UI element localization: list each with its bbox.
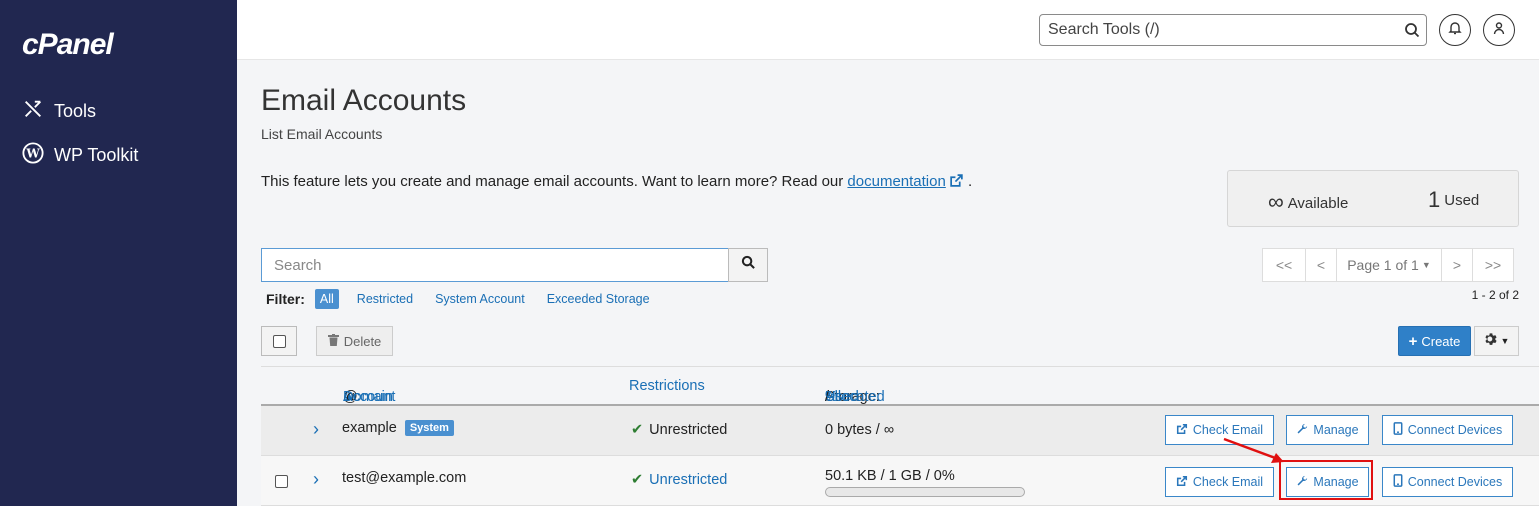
chevron-right-icon[interactable]: › <box>313 469 319 490</box>
checkbox-box <box>272 334 286 348</box>
filter-label: Filter: <box>266 291 305 307</box>
used-stat: 1 Used <box>1428 187 1479 213</box>
external-link-icon <box>1176 423 1188 438</box>
restriction-link[interactable]: Unrestricted <box>649 472 727 488</box>
filter-restricted[interactable]: Restricted <box>357 292 413 306</box>
system-badge: System <box>404 420 454 436</box>
connect-devices-button[interactable]: Connect Devices <box>1382 467 1513 497</box>
restriction-status: ✔ Unrestricted <box>631 422 727 438</box>
storage-value: 0 bytes / ∞ <box>825 422 895 438</box>
storage-usage-bar <box>825 487 1025 497</box>
restriction-status[interactable]: ✔ Unrestricted <box>631 472 727 488</box>
checkbox-box <box>275 475 288 488</box>
filter-system-account[interactable]: System Account <box>435 292 525 306</box>
delete-button[interactable]: Delete <box>316 326 393 356</box>
external-link-icon[interactable] <box>946 173 964 190</box>
row-checkbox[interactable] <box>275 475 288 488</box>
caret-down-icon: ▼ <box>1500 336 1510 346</box>
tool-search <box>1039 14 1427 46</box>
sidebar-item-tools[interactable]: Tools <box>22 98 96 125</box>
filter-exceeded-storage[interactable]: Exceeded Storage <box>547 292 650 306</box>
cpanel-logo[interactable]: cPanel <box>22 28 114 62</box>
check-icon: ✔ <box>631 472 644 488</box>
wrench-icon <box>1296 423 1308 438</box>
search-icon[interactable] <box>1398 22 1426 38</box>
plus-icon: + <box>1408 332 1418 350</box>
manage-button[interactable]: Manage <box>1286 467 1369 497</box>
manage-button[interactable]: Manage <box>1286 415 1369 445</box>
select-all-checkbox[interactable] <box>261 326 297 356</box>
bell-icon <box>1448 21 1462 40</box>
used-label: Used <box>1444 192 1480 209</box>
pagination: << < Page 1 of 1 ▼ > >> <box>1262 248 1514 282</box>
page-subtitle: List Email Accounts <box>261 126 383 142</box>
restrictions-header[interactable]: Restrictions <box>629 378 705 394</box>
page-select-label: Page 1 of 1 <box>1347 257 1419 273</box>
connect-devices-label: Connect Devices <box>1407 423 1503 437</box>
connect-devices-label: Connect Devices <box>1407 475 1503 489</box>
caret-down-icon: ▼ <box>1421 260 1431 270</box>
account-name: test@example.com <box>342 470 467 486</box>
result-range: 1 - 2 of 2 <box>1471 288 1519 302</box>
user-icon <box>1492 21 1506 40</box>
tools-icon <box>22 98 44 125</box>
search-button[interactable] <box>728 248 768 282</box>
used-value: 1 <box>1428 187 1441 212</box>
create-button[interactable]: + Create <box>1398 326 1471 356</box>
search-tools-input[interactable] <box>1040 15 1398 45</box>
mobile-icon <box>1393 474 1403 490</box>
page-select[interactable]: Page 1 of 1 ▼ <box>1336 248 1442 282</box>
table-header: Account ▲ @ Domain Restrictions Storage:… <box>261 366 1539 406</box>
next-page-button[interactable]: > <box>1441 248 1473 282</box>
filter-all[interactable]: All <box>314 289 339 309</box>
documentation-link[interactable]: documentation <box>847 173 945 190</box>
mobile-icon <box>1393 422 1403 438</box>
account-name: example System <box>342 420 454 436</box>
check-email-button[interactable]: Check Email <box>1165 467 1274 497</box>
annotation-arrow <box>1223 437 1284 463</box>
restriction-label: Unrestricted <box>649 422 728 438</box>
sidebar-item-label: Tools <box>54 101 97 121</box>
create-label: Create <box>1421 333 1461 349</box>
intro-text: This feature lets you create and manage … <box>261 173 972 190</box>
intro-end: . <box>968 173 973 190</box>
available-stat: ∞ Available <box>1268 189 1348 215</box>
manage-label: Manage <box>1313 475 1359 489</box>
delete-label: Delete <box>343 333 382 349</box>
prev-page-button[interactable]: < <box>1305 248 1337 282</box>
sidebar: cPanel Tools W WP Toolkit <box>0 0 237 506</box>
svg-text:W: W <box>25 147 40 161</box>
external-link-icon <box>1176 475 1188 490</box>
settings-dropdown[interactable]: ▼ <box>1474 326 1519 356</box>
table-row: › test@example.com ✔ Unrestricted 50.1 KB… <box>261 456 1539 506</box>
filter-bar: Filter: All Restricted System Account Ex… <box>266 289 672 309</box>
search-icon <box>741 255 756 275</box>
available-label: Available <box>1287 195 1349 212</box>
first-page-button[interactable]: << <box>1262 248 1306 282</box>
available-value: ∞ <box>1268 189 1284 214</box>
sidebar-item-wp-toolkit[interactable]: W WP Toolkit <box>22 142 138 169</box>
notifications-button[interactable] <box>1439 14 1471 46</box>
check-icon: ✔ <box>631 422 644 438</box>
percent-sort-link[interactable]: % <box>825 389 838 405</box>
account-stats: ∞ Available 1 Used <box>1227 170 1519 227</box>
table-row: › example System ✔ Unrestricted 0 bytes / … <box>261 406 1539 456</box>
storage-value: 50.1 KB / 1 GB / 0% <box>825 468 955 484</box>
domain-sort-link[interactable]: Domain <box>343 389 393 405</box>
check-email-label: Check Email <box>1192 475 1264 489</box>
wordpress-icon: W <box>22 142 44 169</box>
chevron-right-icon[interactable]: › <box>313 419 319 440</box>
sidebar-item-label: WP Toolkit <box>54 145 139 165</box>
account-label: example <box>342 420 397 436</box>
user-menu-button[interactable] <box>1483 14 1515 46</box>
manage-label: Manage <box>1313 423 1359 437</box>
intro-sentence: This feature lets you create and manage … <box>261 173 848 190</box>
gear-icon <box>1484 332 1498 351</box>
page-title: Email Accounts <box>261 84 467 117</box>
account-search-input[interactable] <box>261 248 729 282</box>
wrench-icon <box>1296 475 1308 490</box>
trash-icon <box>327 333 339 349</box>
last-page-button[interactable]: >> <box>1472 248 1514 282</box>
connect-devices-button[interactable]: Connect Devices <box>1382 415 1513 445</box>
